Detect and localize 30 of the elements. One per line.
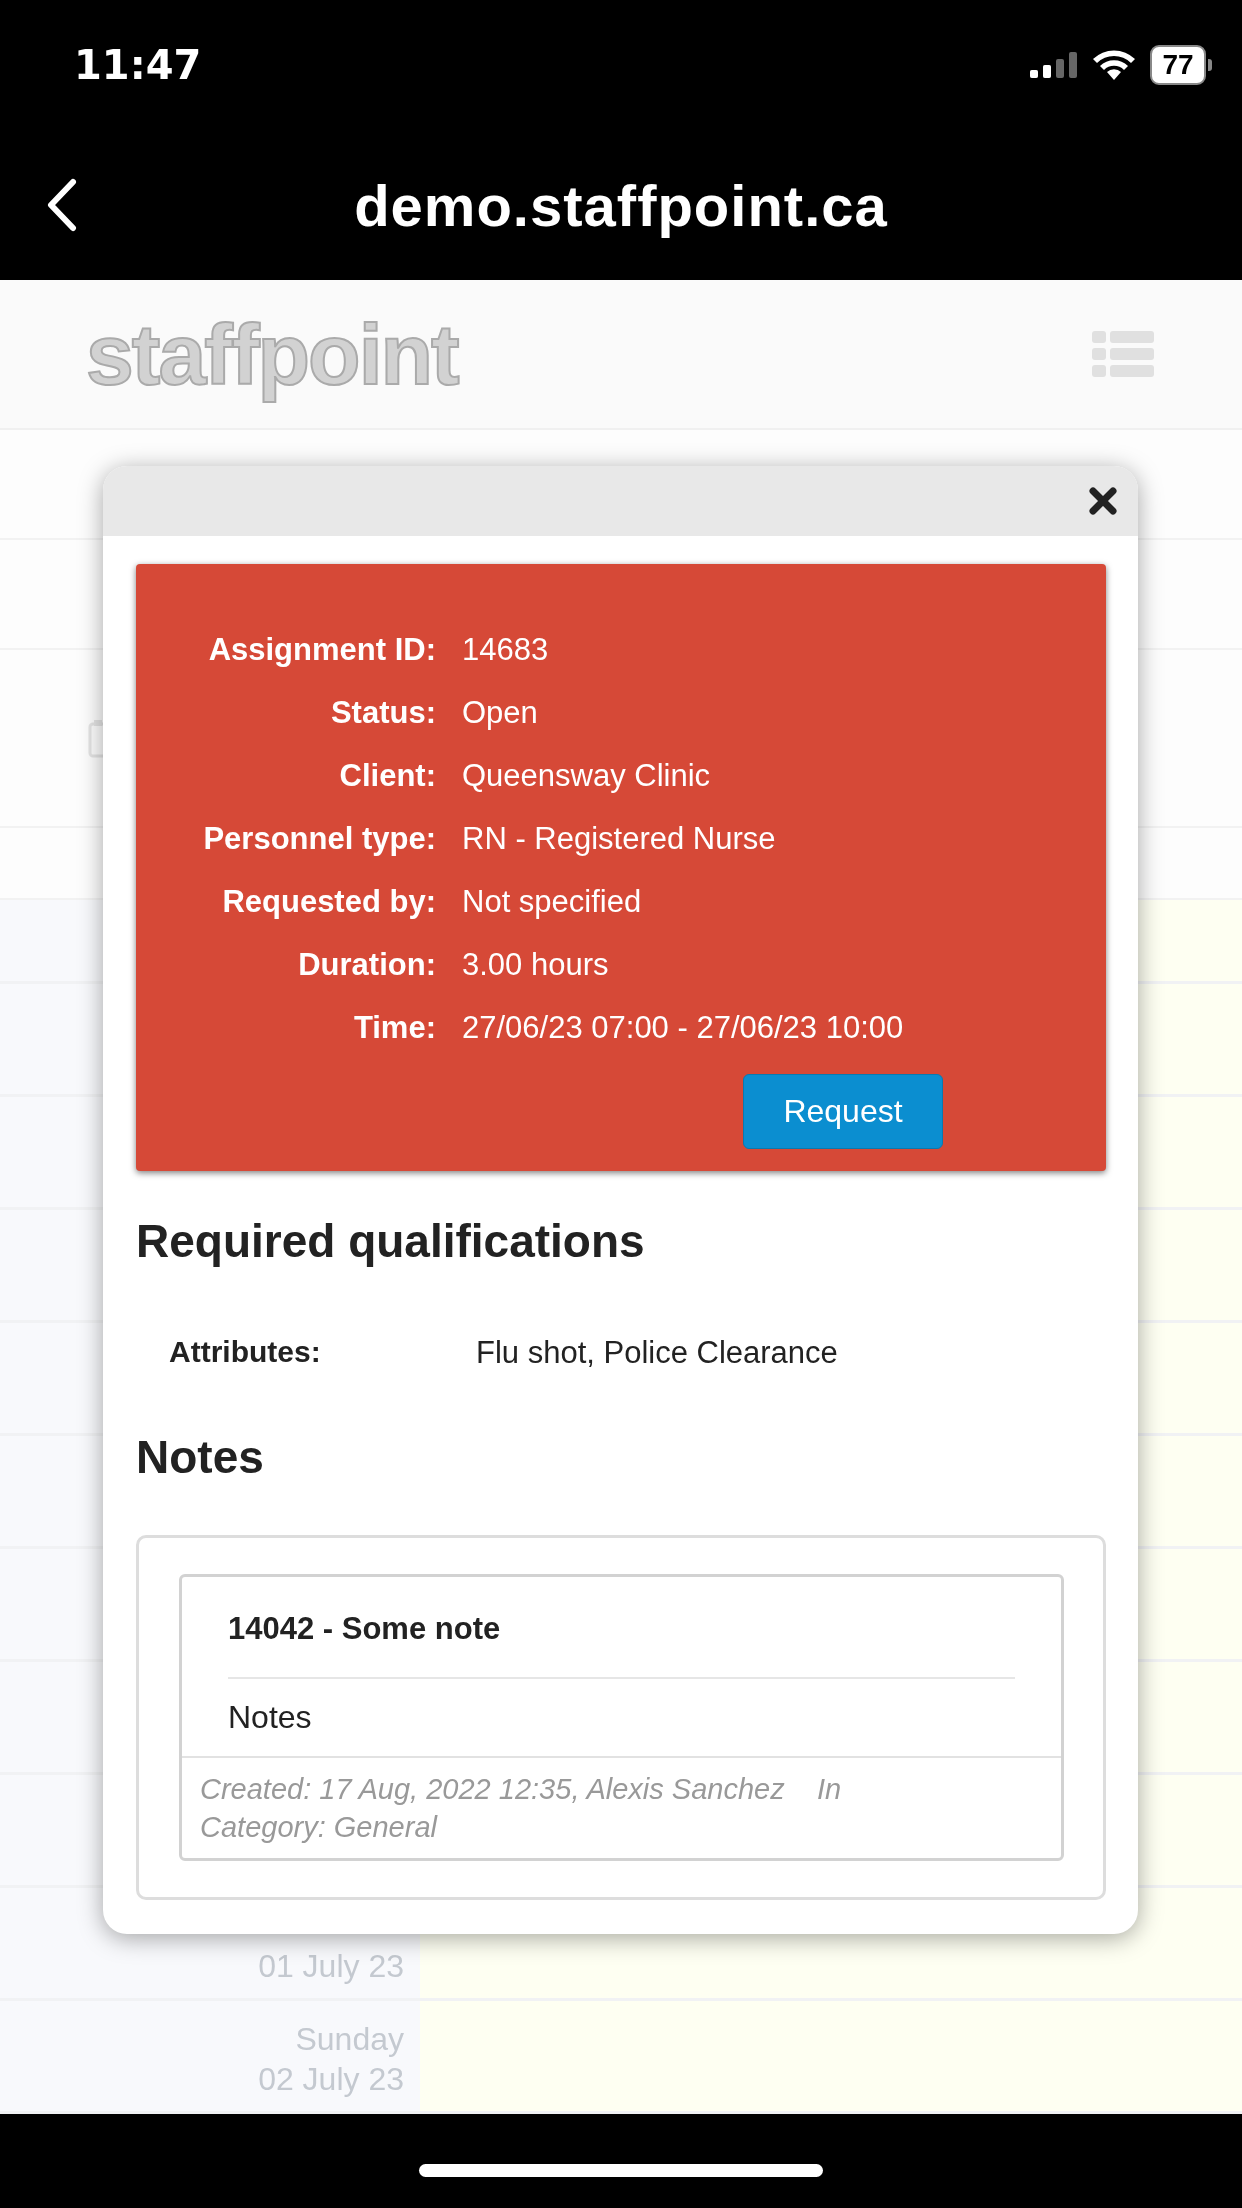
detail-value: Open xyxy=(462,694,539,732)
wifi-icon xyxy=(1092,49,1136,81)
detail-value: 27/06/23 07:00 - 27/06/23 10:00 xyxy=(462,1009,905,1047)
home-indicator[interactable] xyxy=(419,2163,823,2177)
request-button[interactable]: Request xyxy=(743,1074,943,1149)
note-meta: Created: 17 Aug, 2022 12:35, Alexis Sanchez In Category: General xyxy=(200,1772,843,1845)
detail-value: 14683 xyxy=(462,631,550,669)
detail-value: 3.00 hours xyxy=(462,946,610,984)
attribute-label: Attributes: xyxy=(169,1335,322,1370)
detail-value: Not specified xyxy=(462,883,643,921)
clock-time: 11:47 xyxy=(74,42,202,88)
detail-value: RN - Registered Nurse xyxy=(462,820,777,858)
detail-value: Queensway Clinic xyxy=(462,757,712,795)
page-url-title: demo.staffpoint.ca xyxy=(354,171,888,239)
detail-label: Assignment ID: xyxy=(207,631,436,669)
detail-label: Client: xyxy=(338,757,436,795)
signal-icon xyxy=(1030,50,1078,80)
note-title: 14042 - Some note xyxy=(228,1577,1015,1679)
attribute-value: Flu shot, Police Clearance xyxy=(476,1335,838,1371)
close-button[interactable] xyxy=(1088,486,1118,516)
note-body: Notes xyxy=(182,1679,1061,1758)
detail-label: Personnel type: xyxy=(202,820,436,858)
battery-icon: 77 xyxy=(1150,45,1206,85)
detail-label: Time: xyxy=(352,1009,436,1047)
detail-label: Requested by: xyxy=(221,883,436,921)
section-heading: Required qualifications xyxy=(136,1214,646,1269)
section-heading: Notes xyxy=(136,1430,265,1485)
detail-label: Duration: xyxy=(297,946,436,984)
logo-text: staffpoint xyxy=(86,304,458,404)
detail-label: Status: xyxy=(329,694,436,732)
